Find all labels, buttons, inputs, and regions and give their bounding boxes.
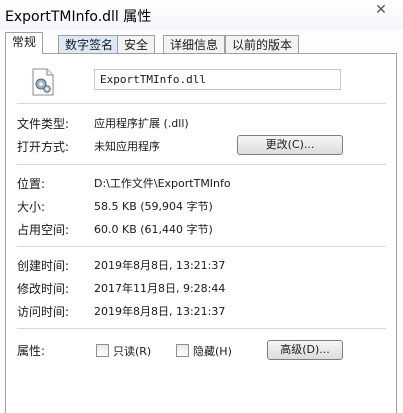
file-name-field[interactable]: ExportTMInfo.dll (94, 69, 341, 90)
created-label: 创建时间: (17, 259, 70, 273)
divider (17, 246, 386, 247)
size-on-disk-value: 60.0 KB (61,440 字节) (94, 223, 213, 236)
divider (17, 103, 386, 104)
opens-with-label: 打开方式: (17, 140, 70, 154)
tab-general[interactable]: 常规 (5, 32, 44, 54)
dll-gear-file-icon (32, 68, 54, 96)
change-button[interactable]: 更改(C)... (237, 135, 343, 155)
hidden-checkbox[interactable]: 隐藏(H) (176, 343, 232, 359)
checkbox-box[interactable] (96, 344, 109, 357)
tab-digital-signatures[interactable]: 数字签名 (58, 35, 121, 53)
divider (17, 164, 386, 165)
divider (17, 328, 386, 329)
tab-security[interactable]: 安全 (117, 35, 156, 53)
location-value: D:\工作文件\ExportTMInfo (94, 177, 231, 190)
location-label: 位置: (17, 177, 46, 191)
checkbox-box[interactable] (176, 344, 189, 357)
accessed-value: 2019年8月8日, 13:21:37 (94, 305, 226, 318)
file-type-label: 文件类型: (17, 117, 70, 131)
file-type-value: 应用程序扩展 (.dll) (94, 117, 189, 130)
accessed-label: 访问时间: (17, 305, 70, 319)
attributes-label: 属性: (17, 344, 46, 358)
general-panel: ExportTMInfo.dll 文件类型: 应用程序扩展 (.dll) 打开方… (5, 53, 397, 413)
size-label: 大小: (17, 200, 46, 214)
readonly-checkbox[interactable]: 只读(R) (96, 343, 151, 359)
hidden-checkbox-label: 隐藏(H) (193, 345, 232, 358)
readonly-checkbox-label: 只读(R) (113, 345, 152, 358)
advanced-button[interactable]: 高级(D)... (267, 340, 343, 360)
close-icon[interactable]: ✕ (361, 0, 401, 20)
size-value: 58.5 KB (59,904 字节) (94, 200, 213, 213)
modified-value: 2017年11月8日, 9:28:44 (94, 282, 226, 295)
tab-details[interactable]: 详细信息 (163, 35, 226, 53)
window-title: ExportTMInfo.dll 属性 (5, 9, 152, 25)
size-on-disk-label: 占用空间: (17, 223, 70, 237)
created-value: 2019年8月8日, 13:21:37 (94, 259, 226, 272)
modified-label: 修改时间: (17, 282, 70, 296)
title-bar: ExportTMInfo.dll 属性 ✕ (0, 0, 403, 30)
opens-with-value: 未知应用程序 (94, 140, 160, 153)
tab-previous-versions[interactable]: 以前的版本 (225, 35, 300, 53)
